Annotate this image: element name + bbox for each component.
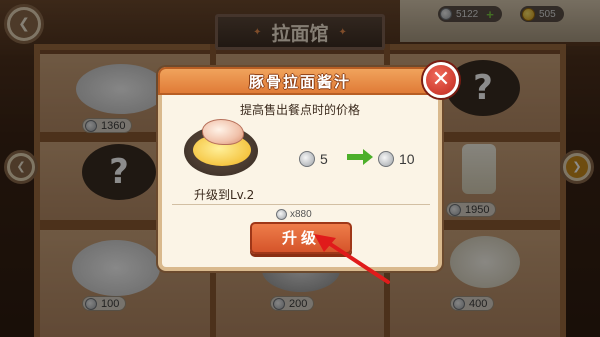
level-label: 升级到Lv.2 (194, 188, 255, 202)
silver-coin-icon (378, 151, 394, 167)
dialog-subtitle: 提高售出餐点时的价格 (239, 103, 360, 117)
right-arrow-icon (347, 149, 373, 165)
silver-coin-icon (276, 209, 287, 220)
silver-coin-icon (299, 151, 315, 167)
game-scene: 1360 ? ? 1950 100 200 400 ✦ 拉面馆 ✦ ❮ 5122 (0, 0, 600, 337)
divider (172, 204, 430, 205)
upgrade-dialog: 豚骨拉面酱汁 ✕ 提高售出餐点时的价格 5 10 升级到Lv.2 x880 升级 (158, 62, 459, 271)
dialog-header: 豚骨拉面酱汁 (158, 67, 442, 95)
close-icon: ✕ (431, 67, 451, 92)
dish-pork (202, 119, 244, 145)
dialog-title: 豚骨拉面酱汁 (248, 72, 351, 91)
upgrade-cost: x880 (276, 209, 312, 220)
next-price: 10 (378, 151, 415, 167)
current-price: 5 (299, 151, 328, 167)
hint-arrow-icon (314, 234, 390, 284)
close-button[interactable]: ✕ (423, 62, 459, 98)
